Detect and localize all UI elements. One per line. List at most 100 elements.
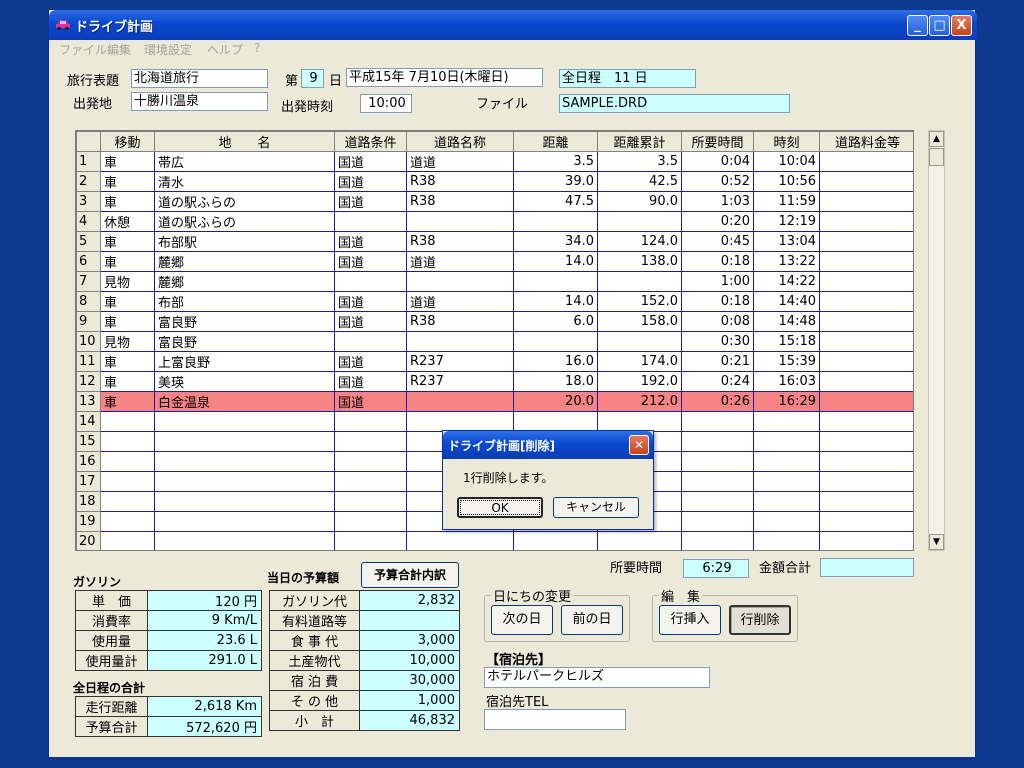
grid-cell[interactable]: 布部駅: [154, 231, 335, 252]
title-bar[interactable]: ドライブ計画 _ □ X: [49, 10, 977, 40]
grid-cell[interactable]: 国道: [334, 291, 407, 312]
grid-row[interactable]: 1 車帯広 国道 道道 3.5 3.5 0:04 10:04: [76, 151, 913, 172]
menu-edit[interactable]: 編集: [107, 41, 131, 58]
grid-cell[interactable]: 3.5: [513, 151, 598, 172]
grid-cell[interactable]: [154, 491, 335, 512]
grid-cell[interactable]: 20.0: [513, 391, 598, 412]
grid-cell[interactable]: 布部: [154, 291, 335, 312]
grid-cell[interactable]: 138.0: [597, 251, 682, 272]
grid-cell[interactable]: 国道: [334, 231, 407, 252]
grid-cell[interactable]: 見物: [100, 271, 155, 292]
grid-cell[interactable]: 0:21: [681, 351, 754, 372]
grid-cell[interactable]: 14:48: [753, 311, 820, 332]
grid-row[interactable]: 7 見物 麓郷 1:00 14:22: [76, 271, 913, 292]
grid-cell[interactable]: 1:03: [681, 191, 754, 212]
grid-cell[interactable]: 90.0: [597, 191, 682, 212]
grid-cell[interactable]: [100, 451, 155, 472]
grid-cell[interactable]: [753, 511, 820, 532]
grid-row[interactable]: 11 車上富良野 国道 R237 16.0 174.0 0:21 15:39: [76, 351, 913, 372]
grid-row[interactable]: 12 車美瑛 国道 R237 18.0 192.0 0:24 16:03: [76, 371, 913, 392]
grid-cell[interactable]: [334, 511, 407, 532]
grid-cell[interactable]: [819, 491, 913, 512]
grid-cell[interactable]: [406, 211, 514, 232]
grid-cell[interactable]: [406, 391, 514, 412]
grid-cell[interactable]: [513, 271, 598, 292]
grid-cell[interactable]: 富良野: [154, 311, 335, 332]
grid-cell[interactable]: [819, 351, 913, 372]
grid-cell[interactable]: 0:04: [681, 151, 754, 172]
lodging-name-field[interactable]: ホテルパークヒルズ: [484, 667, 710, 688]
grid-cell[interactable]: 34.0: [513, 231, 598, 252]
grid-cell[interactable]: 麓郷: [154, 251, 335, 272]
grid-cell[interactable]: [681, 531, 754, 550]
grid-cell[interactable]: [681, 431, 754, 452]
dialog-close-button[interactable]: ✕: [629, 435, 649, 455]
prev-day-button[interactable]: 前の日: [561, 605, 623, 635]
grid-scrollbar[interactable]: ▲ ▼: [928, 130, 945, 551]
grid-cell[interactable]: [819, 171, 913, 192]
grid-cell[interactable]: 158.0: [597, 311, 682, 332]
grid-cell[interactable]: 152.0: [597, 291, 682, 312]
grid-row[interactable]: 10 見物 富良野 0:30 15:18: [76, 331, 913, 352]
grid-cell[interactable]: [819, 191, 913, 212]
grid-cell[interactable]: 124.0: [597, 231, 682, 252]
day-number-field[interactable]: 9: [301, 69, 324, 88]
grid-cell[interactable]: [819, 151, 913, 172]
dialog-title-bar[interactable]: ドライブ計画[削除] ✕: [443, 431, 653, 459]
grid-cell[interactable]: [597, 271, 682, 292]
grid-cell[interactable]: [100, 471, 155, 492]
close-button[interactable]: X: [951, 15, 972, 36]
grid-cell[interactable]: 見物: [100, 331, 155, 352]
grid-cell[interactable]: 14.0: [513, 291, 598, 312]
grid-row[interactable]: 3 車道の駅ふらの 国道 R38 47.5 90.0 1:03 11:59: [76, 191, 913, 212]
grid-cell[interactable]: 15:18: [753, 331, 820, 352]
dialog-ok-button[interactable]: OK: [457, 497, 543, 518]
grid-cell[interactable]: 0:08: [681, 311, 754, 332]
grid-cell[interactable]: 0:20: [681, 211, 754, 232]
minimize-button[interactable]: _: [907, 15, 928, 36]
menu-file[interactable]: ファイル: [59, 41, 107, 58]
scroll-down-arrow-icon[interactable]: ▼: [929, 534, 944, 550]
grid-cell[interactable]: 14:22: [753, 271, 820, 292]
grid-cell[interactable]: [819, 271, 913, 292]
grid-cell[interactable]: 0:52: [681, 171, 754, 192]
grid-cell[interactable]: 車: [100, 231, 155, 252]
grid-cell[interactable]: 0:18: [681, 251, 754, 272]
dialog-cancel-button[interactable]: キャンセル: [553, 497, 639, 518]
grid-cell[interactable]: [597, 531, 682, 550]
departure-time-field[interactable]: 10:00: [360, 94, 412, 113]
grid-cell[interactable]: 国道: [334, 371, 407, 392]
grid-cell[interactable]: 車: [100, 311, 155, 332]
grid-cell[interactable]: [597, 411, 682, 432]
grid-cell[interactable]: 国道: [334, 171, 407, 192]
grid-cell[interactable]: [406, 271, 514, 292]
grid-cell[interactable]: 0:18: [681, 291, 754, 312]
grid-cell[interactable]: [819, 291, 913, 312]
grid-cell[interactable]: [819, 211, 913, 232]
grid-cell[interactable]: [681, 471, 754, 492]
grid-cell[interactable]: 11:59: [753, 191, 820, 212]
grid-cell[interactable]: 帯広: [154, 151, 335, 172]
grid-cell[interactable]: [819, 391, 913, 412]
grid-cell[interactable]: 国道: [334, 151, 407, 172]
grid-cell[interactable]: 車: [100, 171, 155, 192]
grid-cell[interactable]: [154, 411, 335, 432]
grid-cell[interactable]: 10:56: [753, 171, 820, 192]
grid-cell[interactable]: 0:24: [681, 371, 754, 392]
grid-cell[interactable]: [334, 411, 407, 432]
maximize-button[interactable]: □: [929, 15, 950, 36]
menu-settings[interactable]: 環境設定: [144, 41, 192, 58]
grid-cell[interactable]: 富良野: [154, 331, 335, 352]
grid-cell[interactable]: 道道: [406, 151, 514, 172]
grid-row[interactable]: 9 車富良野 国道 R38 6.0 158.0 0:08 14:48: [76, 311, 913, 332]
grid-cell[interactable]: 麓郷: [154, 271, 335, 292]
grid-cell[interactable]: [597, 211, 682, 232]
travel-title-field[interactable]: 北海道旅行: [131, 69, 268, 88]
grid-cell[interactable]: 1:00: [681, 271, 754, 292]
grid-cell[interactable]: [513, 411, 598, 432]
menu-about[interactable]: ?: [254, 41, 260, 55]
grid-row[interactable]: 20: [76, 531, 913, 550]
grid-cell[interactable]: 道の駅ふらの: [154, 191, 335, 212]
grid-cell[interactable]: 192.0: [597, 371, 682, 392]
grid-cell[interactable]: 国道: [334, 311, 407, 332]
